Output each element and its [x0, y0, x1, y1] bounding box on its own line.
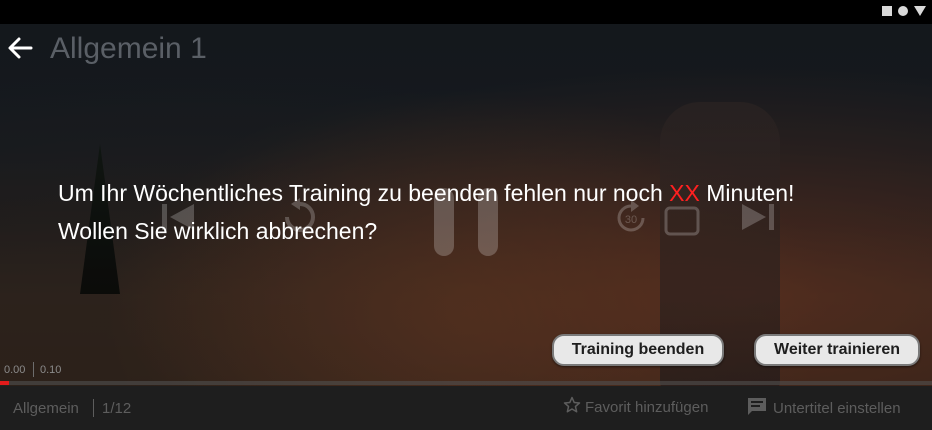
category-divider	[93, 399, 94, 417]
top-bar: Allgemein 1	[0, 24, 932, 74]
message-line-1: Um Ihr Wöchentliches Training zu beenden…	[58, 174, 918, 212]
triangle-icon	[914, 6, 926, 16]
remaining-minutes-placeholder: XX	[669, 180, 700, 206]
star-icon	[563, 396, 581, 418]
favorite-label: Favorit hinzufügen	[585, 398, 709, 416]
exercise-counter: 1/12	[102, 400, 132, 417]
subtitles-label: Untertitel einstellen	[773, 399, 901, 417]
time-divider	[33, 362, 34, 377]
circle-icon	[898, 6, 908, 16]
message-line-2: Wollen Sie wirklich abbrechen?	[58, 218, 378, 244]
continue-training-button[interactable]: Weiter trainieren	[754, 334, 920, 366]
progress-bar[interactable]	[0, 381, 932, 385]
abort-confirmation-message: Um Ihr Wöchentliches Training zu beenden…	[58, 174, 918, 250]
message-text-end: Minuten!	[699, 180, 795, 206]
status-icons	[882, 6, 926, 16]
back-arrow-icon[interactable]	[6, 34, 34, 62]
square-icon	[882, 6, 892, 16]
category-label: Allgemein	[13, 400, 79, 417]
page-title: Allgemein 1	[50, 32, 207, 65]
bottom-bar: Allgemein 1/12 Favorit hinzufügen Untert…	[0, 386, 932, 430]
subtitle-settings-button[interactable]: Untertitel einstellen	[746, 396, 901, 420]
end-training-button[interactable]: Training beenden	[552, 334, 724, 366]
total-time: 0.10	[40, 364, 62, 376]
subtitles-icon	[746, 396, 768, 420]
progress-fill	[0, 381, 10, 385]
current-time: 0.00	[4, 364, 26, 376]
message-text: Um Ihr Wöchentliches Training zu beenden…	[58, 180, 670, 206]
status-bar	[0, 0, 932, 24]
add-favorite-button[interactable]: Favorit hinzufügen	[563, 396, 708, 418]
